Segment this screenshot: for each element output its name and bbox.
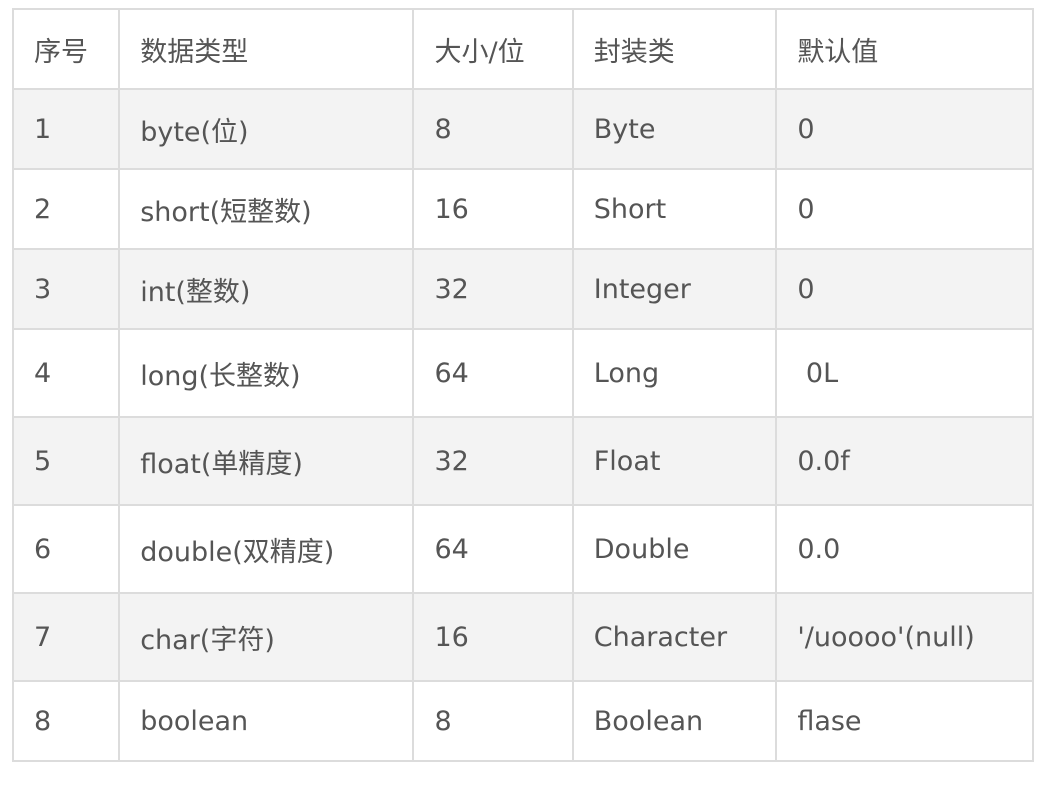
table-row: 1 byte(位) 8 Byte 0 <box>11 88 1034 170</box>
cell-type: double(双精度) <box>118 504 415 594</box>
cell-type: float(单精度) <box>118 416 415 506</box>
header-cell-index: 序号 <box>11 8 121 90</box>
cell-default: 0 <box>775 248 1034 330</box>
cell-wrapper: Boolean <box>571 680 778 762</box>
cell-default: 0 <box>775 88 1034 170</box>
cell-default: 0.0 <box>775 504 1034 594</box>
cell-type: int(整数) <box>118 248 415 330</box>
cell-type: char(字符) <box>118 592 415 682</box>
cell-type: long(长整数) <box>118 328 415 418</box>
cell-index: 7 <box>11 592 121 682</box>
cell-index: 6 <box>11 504 121 594</box>
cell-size: 64 <box>412 504 574 594</box>
cell-index: 2 <box>11 168 121 250</box>
cell-wrapper: Double <box>571 504 778 594</box>
cell-default: '/uoooo'(null) <box>775 592 1034 682</box>
cell-wrapper: Integer <box>571 248 778 330</box>
table-row: 8 boolean 8 Boolean flase <box>11 680 1034 762</box>
cell-index: 8 <box>11 680 121 762</box>
cell-size: 32 <box>412 416 574 506</box>
cell-size: 16 <box>412 168 574 250</box>
cell-index: 5 <box>11 416 121 506</box>
table-row: 4 long(长整数) 64 Long 0L <box>11 328 1034 418</box>
cell-wrapper: Byte <box>571 88 778 170</box>
cell-size: 64 <box>412 328 574 418</box>
cell-size: 8 <box>412 88 574 170</box>
table-row: 3 int(整数) 32 Integer 0 <box>11 248 1034 330</box>
cell-type: short(短整数) <box>118 168 415 250</box>
cell-size: 8 <box>412 680 574 762</box>
header-cell-default: 默认值 <box>775 8 1034 90</box>
cell-size: 16 <box>412 592 574 682</box>
header-cell-type: 数据类型 <box>118 8 415 90</box>
table-row: 7 char(字符) 16 Character '/uoooo'(null) <box>11 592 1034 682</box>
cell-wrapper: Short <box>571 168 778 250</box>
cell-wrapper: Float <box>571 416 778 506</box>
cell-type: byte(位) <box>118 88 415 170</box>
cell-type: boolean <box>118 680 415 762</box>
header-cell-wrapper: 封装类 <box>571 8 778 90</box>
cell-size: 32 <box>412 248 574 330</box>
cell-default: 0 <box>775 168 1034 250</box>
cell-index: 1 <box>11 88 121 170</box>
data-types-table: 序号 数据类型 大小/位 封装类 默认值 1 byte(位) 8 Byte 0 … <box>11 8 1034 762</box>
table-row: 6 double(双精度) 64 Double 0.0 <box>11 504 1034 594</box>
cell-wrapper: Long <box>571 328 778 418</box>
table-header-row: 序号 数据类型 大小/位 封装类 默认值 <box>11 8 1034 90</box>
cell-default: 0L <box>775 328 1034 418</box>
cell-index: 3 <box>11 248 121 330</box>
cell-default: 0.0f <box>775 416 1034 506</box>
cell-default: flase <box>775 680 1034 762</box>
table-row: 2 short(短整数) 16 Short 0 <box>11 168 1034 250</box>
cell-wrapper: Character <box>571 592 778 682</box>
table-row: 5 float(单精度) 32 Float 0.0f <box>11 416 1034 506</box>
header-cell-size: 大小/位 <box>412 8 574 90</box>
cell-index: 4 <box>11 328 121 418</box>
